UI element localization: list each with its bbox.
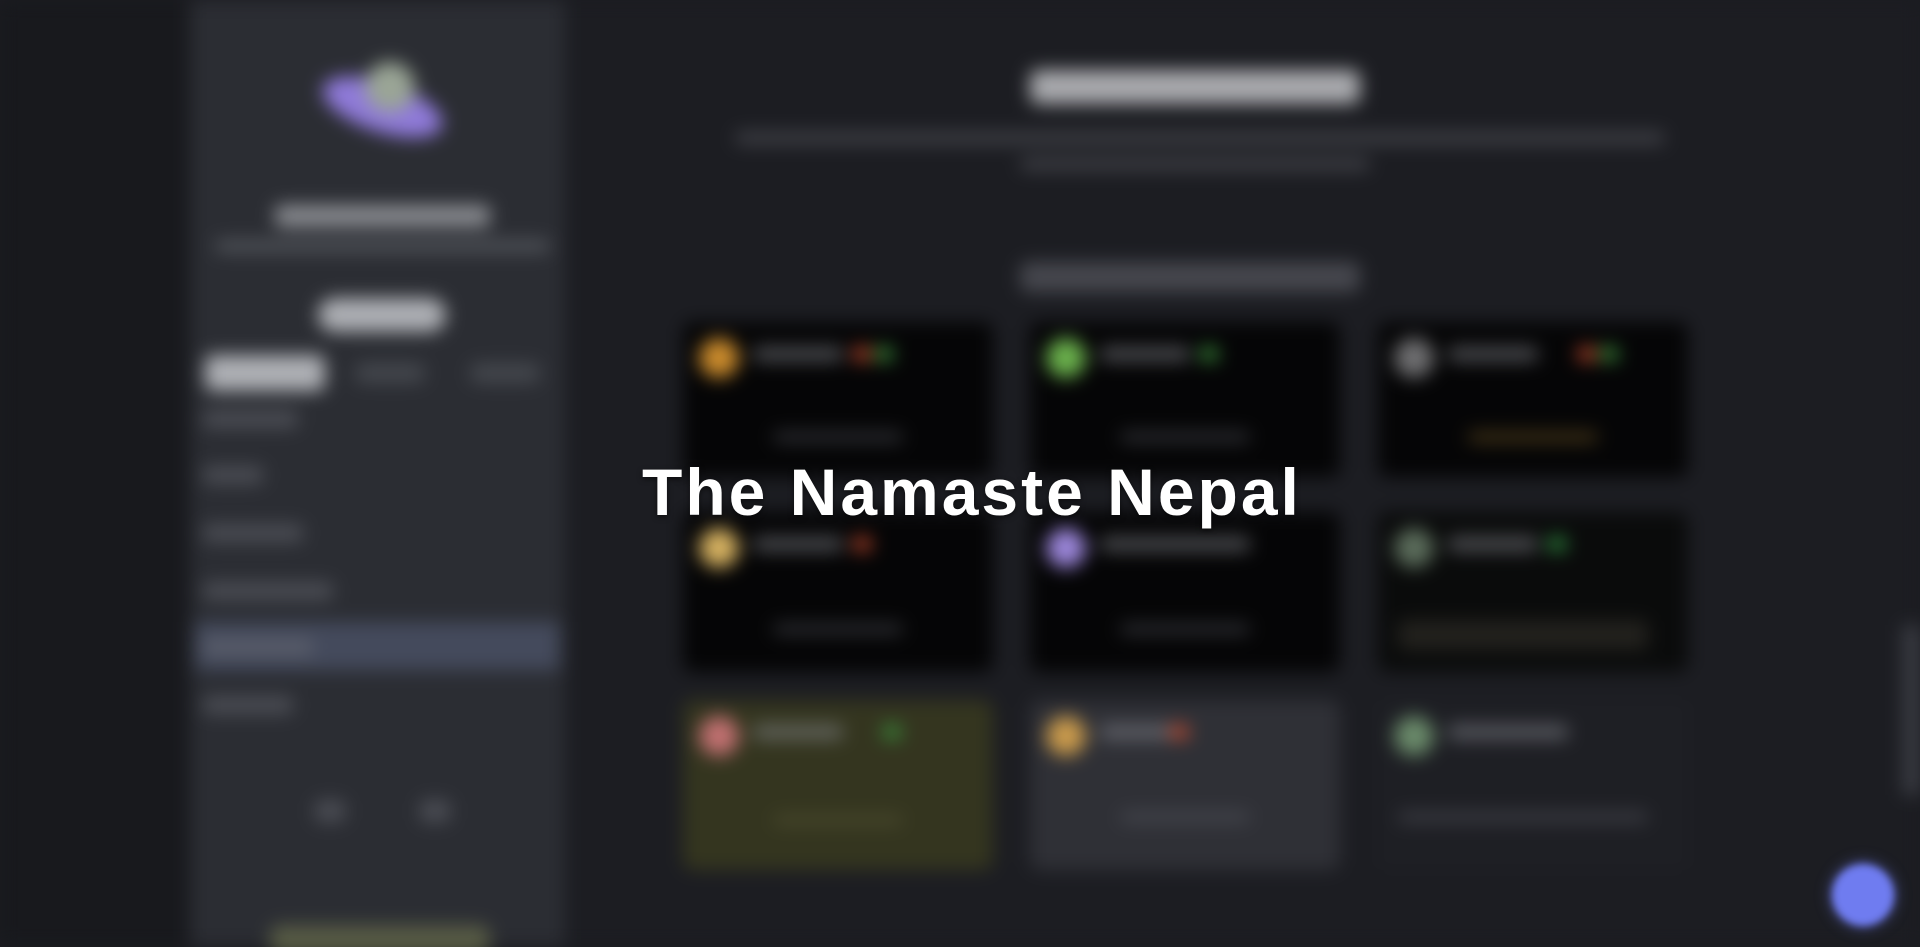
server-card[interactable] xyxy=(1030,700,1340,870)
main-title-placeholder xyxy=(1030,70,1360,104)
sidebar-title-placeholder xyxy=(275,205,490,227)
sidebar-item[interactable] xyxy=(203,696,293,714)
pagination-next[interactable] xyxy=(420,800,450,822)
sidebar-tab[interactable] xyxy=(470,363,540,383)
sidebar-item[interactable] xyxy=(203,410,298,428)
server-card[interactable] xyxy=(1030,512,1340,672)
app-window: The Namaste Nepal xyxy=(0,0,1920,947)
main-description-placeholder xyxy=(1020,158,1370,170)
sidebar-tab-active[interactable] xyxy=(205,355,325,391)
pagination-prev[interactable] xyxy=(315,800,345,822)
sidebar-action-button[interactable] xyxy=(318,298,446,332)
main-description-placeholder xyxy=(735,132,1665,144)
sidebar-item[interactable] xyxy=(203,582,333,600)
sidebar-subtitle-placeholder xyxy=(215,240,550,252)
scrollbar[interactable] xyxy=(1903,625,1920,795)
sidebar-tab[interactable] xyxy=(355,363,425,383)
planet-logo-icon xyxy=(315,62,450,151)
search-bar[interactable] xyxy=(1020,262,1360,292)
server-card[interactable] xyxy=(1378,700,1688,870)
server-card[interactable] xyxy=(683,700,993,870)
chat-bubble-icon[interactable] xyxy=(1832,864,1894,926)
server-card[interactable] xyxy=(683,512,993,672)
overlay-title: The Namaste Nepal xyxy=(642,455,1302,529)
sidebar-item[interactable] xyxy=(203,638,313,656)
server-card[interactable] xyxy=(1378,512,1688,672)
sidebar-footer-button[interactable] xyxy=(270,925,490,947)
